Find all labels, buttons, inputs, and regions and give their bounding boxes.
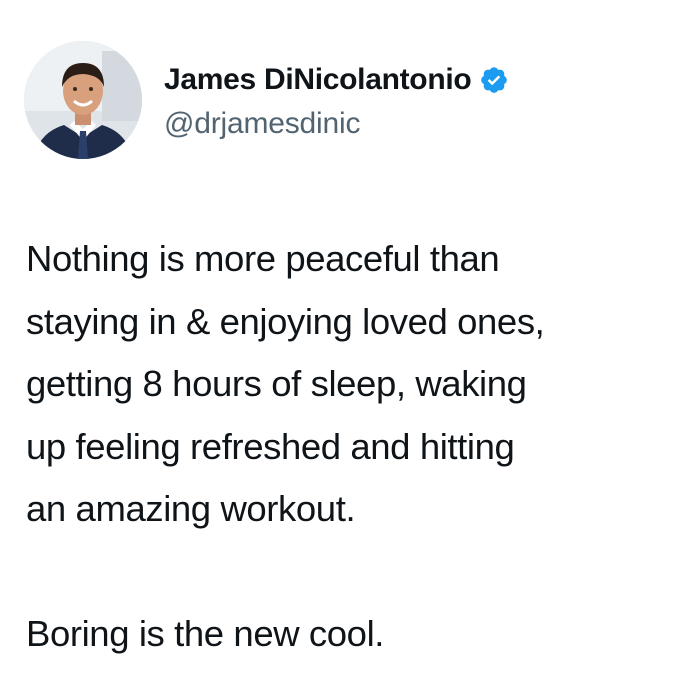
tweet-header: James DiNicolantonio @drjamesdinic xyxy=(24,40,509,160)
tweet-line: getting 8 hours of sleep, waking xyxy=(26,363,527,404)
tweet-line: Nothing is more peaceful than xyxy=(26,238,500,279)
avatar[interactable] xyxy=(24,41,142,159)
tweet-text: Nothing is more peaceful than staying in… xyxy=(26,228,686,666)
display-name[interactable]: James DiNicolantonio xyxy=(164,63,472,97)
tweet-card: James DiNicolantonio @drjamesdinic Nothi… xyxy=(0,0,700,683)
handle[interactable]: @drjamesdinic xyxy=(164,107,509,141)
tweet-line: an amazing workout. xyxy=(26,488,356,529)
tweet-line: Boring is the new cool. xyxy=(26,613,385,654)
verified-badge-icon xyxy=(479,65,509,95)
tweet-line: staying in & enjoying loved ones, xyxy=(26,300,545,342)
tweet-line: up feeling refreshed and hitting xyxy=(26,425,515,467)
name-row: James DiNicolantonio xyxy=(164,59,509,101)
author-info: James DiNicolantonio @drjamesdinic xyxy=(164,59,509,141)
profile-photo xyxy=(24,41,142,159)
